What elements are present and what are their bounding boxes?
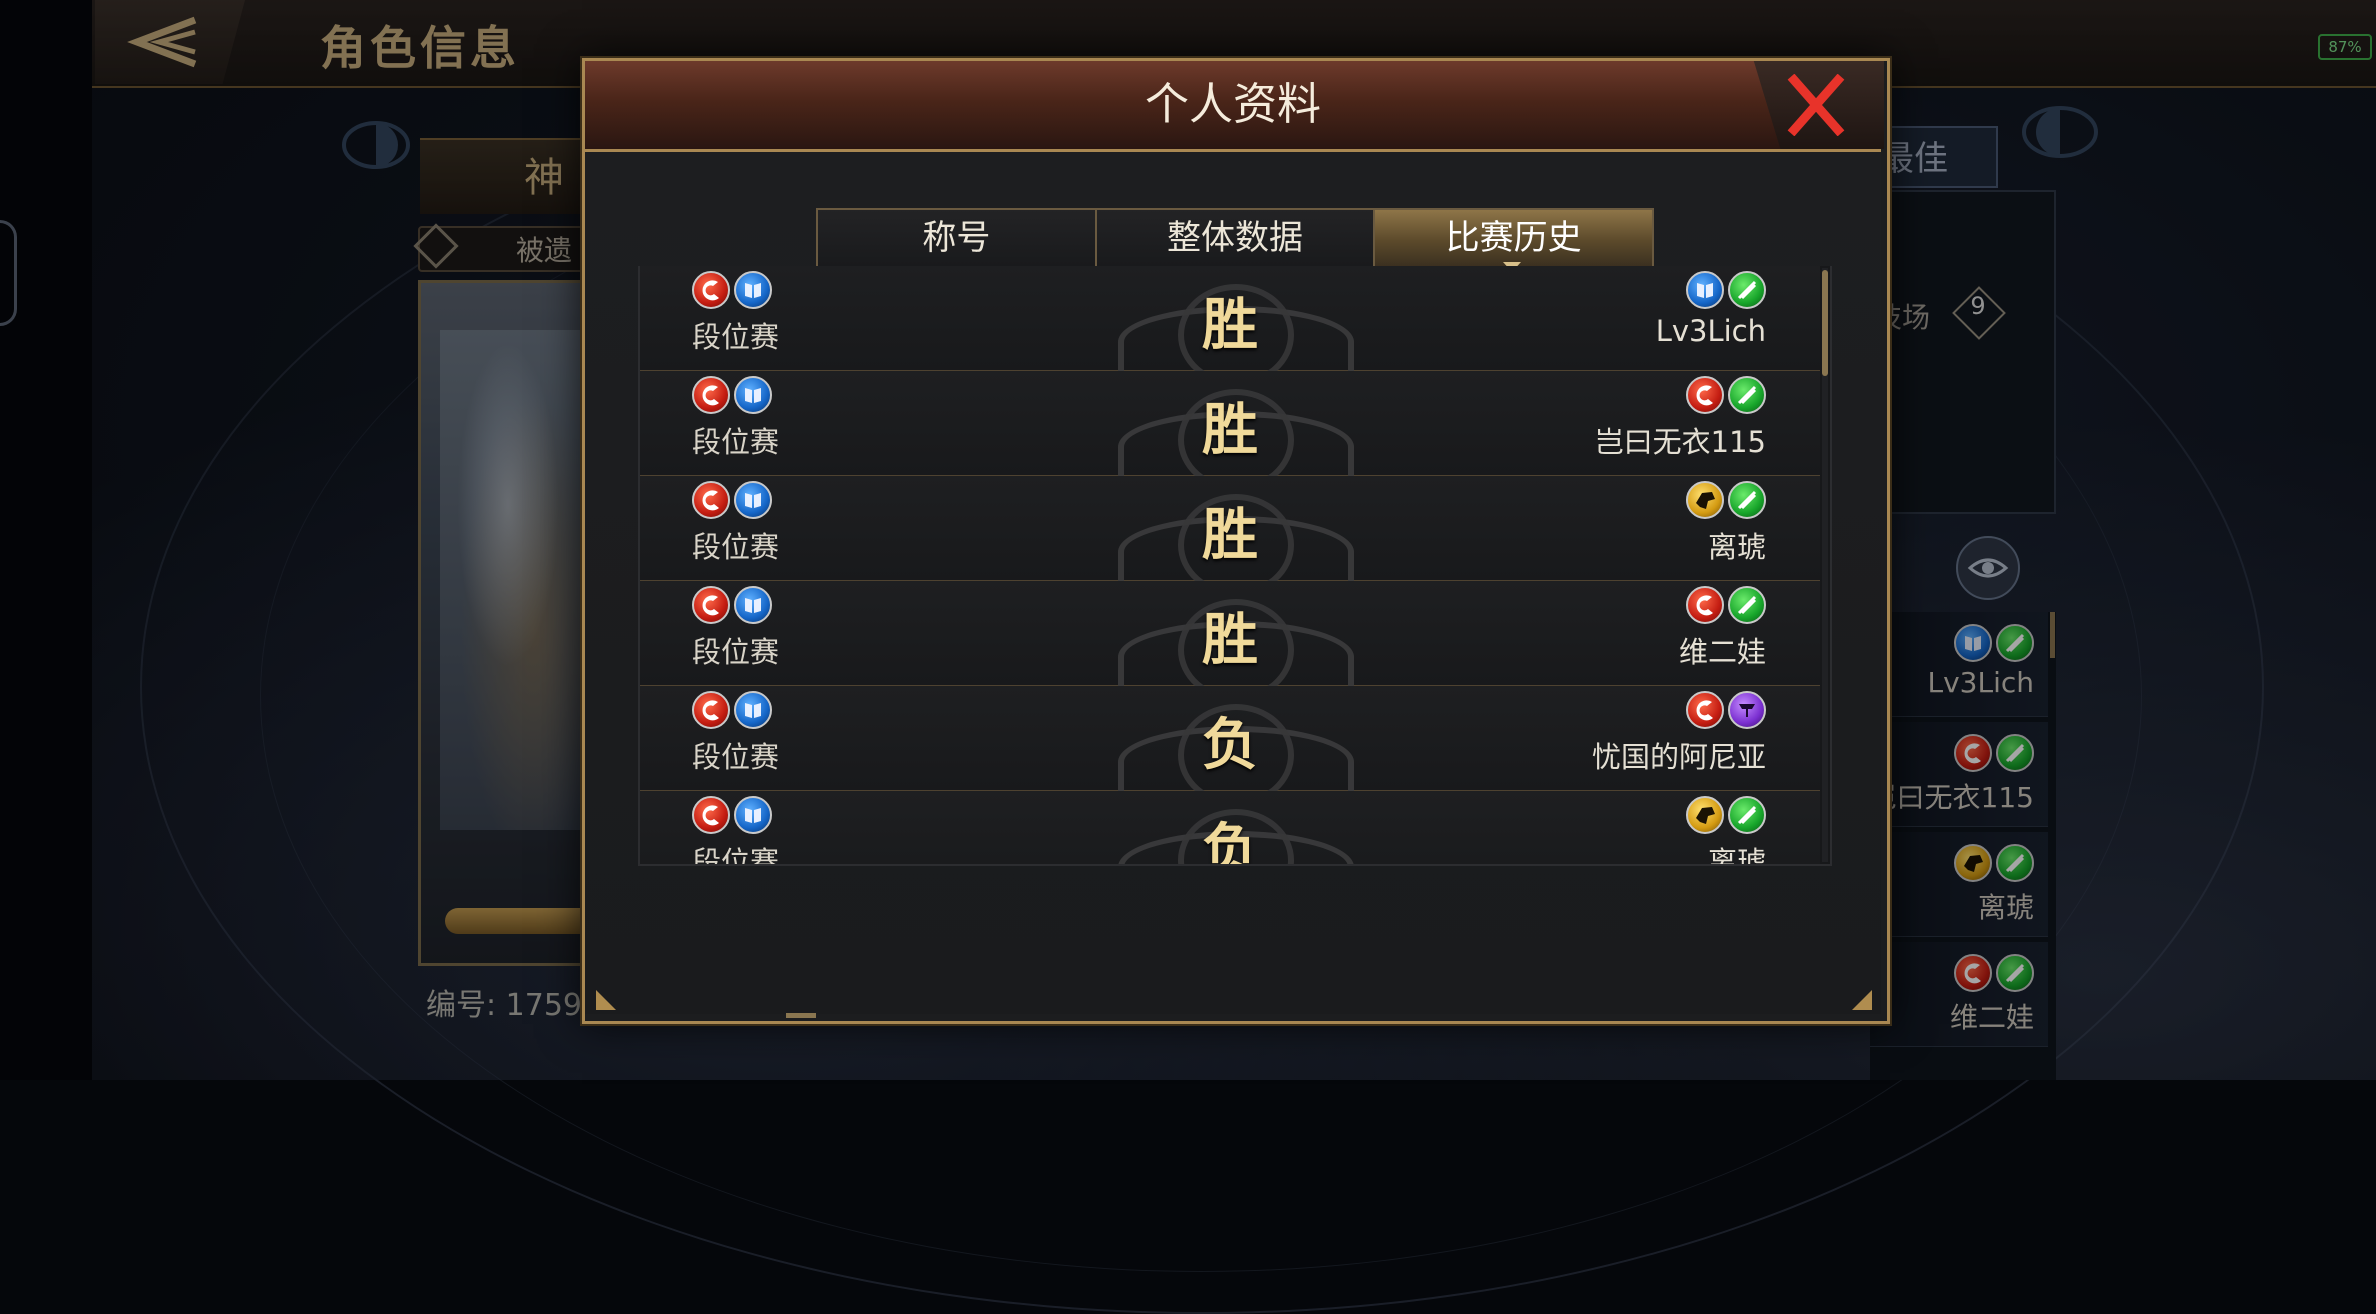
match-row[interactable]: 段位赛负离琥 bbox=[640, 791, 1820, 866]
match-row[interactable]: 段位赛胜离琥 bbox=[640, 476, 1820, 596]
blade-class-icon bbox=[1728, 796, 1766, 834]
opponent-name: 岂曰无衣115 bbox=[1594, 425, 1766, 459]
tab-match-history[interactable]: 比赛历史 bbox=[1375, 210, 1653, 266]
scrollbar-thumb[interactable] bbox=[1822, 270, 1828, 376]
opponent-class-icons bbox=[1686, 481, 1766, 519]
blade-class-icon bbox=[1728, 586, 1766, 624]
opponent-name: 维二娃 bbox=[1678, 635, 1766, 669]
tab-bar: 称号 整体数据 比赛历史 bbox=[816, 208, 1654, 268]
fire-class-icon bbox=[1686, 376, 1724, 414]
beast-class-icon bbox=[1686, 796, 1724, 834]
close-icon[interactable] bbox=[1786, 74, 1846, 136]
opponent-class-icons bbox=[1686, 796, 1766, 834]
match-result: 胜 bbox=[1202, 607, 1258, 673]
match-row[interactable]: 段位赛胜维二娃 bbox=[640, 581, 1820, 701]
match-row[interactable]: 段位赛胜岂曰无衣115 bbox=[640, 371, 1820, 491]
modal-title: 个人资料 bbox=[1145, 79, 1321, 130]
bottom-ornament bbox=[786, 1013, 816, 1018]
fire-class-icon bbox=[1686, 691, 1724, 729]
beast-class-icon bbox=[1686, 481, 1724, 519]
anvil-class-icon bbox=[1728, 691, 1766, 729]
match-result: 负 bbox=[1202, 817, 1258, 866]
blade-class-icon bbox=[1728, 271, 1766, 309]
opponent-class-icons bbox=[1686, 271, 1766, 309]
opponent-class-icons bbox=[1686, 586, 1766, 624]
blade-class-icon bbox=[1728, 481, 1766, 519]
opponent-name: Lv3Lich bbox=[1655, 314, 1766, 348]
book-class-icon bbox=[1686, 271, 1724, 309]
opponent-name: 离琥 bbox=[1707, 530, 1766, 564]
match-row[interactable]: 段位赛负忧国的阿尼亚 bbox=[640, 686, 1820, 806]
match-result: 胜 bbox=[1202, 292, 1258, 358]
blade-class-icon bbox=[1728, 376, 1766, 414]
opponent-name: 忧国的阿尼亚 bbox=[1591, 740, 1766, 774]
match-row[interactable]: 段位赛胜 Lv3Lich bbox=[640, 266, 1820, 386]
opponent-class-icons bbox=[1686, 691, 1766, 729]
tab-title[interactable]: 称号 bbox=[818, 210, 1097, 266]
match-result: 胜 bbox=[1202, 502, 1258, 568]
opponent-class-icons bbox=[1686, 376, 1766, 414]
match-history-list[interactable]: 段位赛胜 Lv3Lich 段位赛胜岂曰无衣115 段位赛胜离琥 段位赛胜维二娃 段位赛负忧… bbox=[638, 266, 1832, 866]
opponent-name: 离琥 bbox=[1707, 845, 1766, 866]
tab-overall-stats[interactable]: 整体数据 bbox=[1096, 210, 1376, 266]
fire-class-icon bbox=[1686, 586, 1724, 624]
